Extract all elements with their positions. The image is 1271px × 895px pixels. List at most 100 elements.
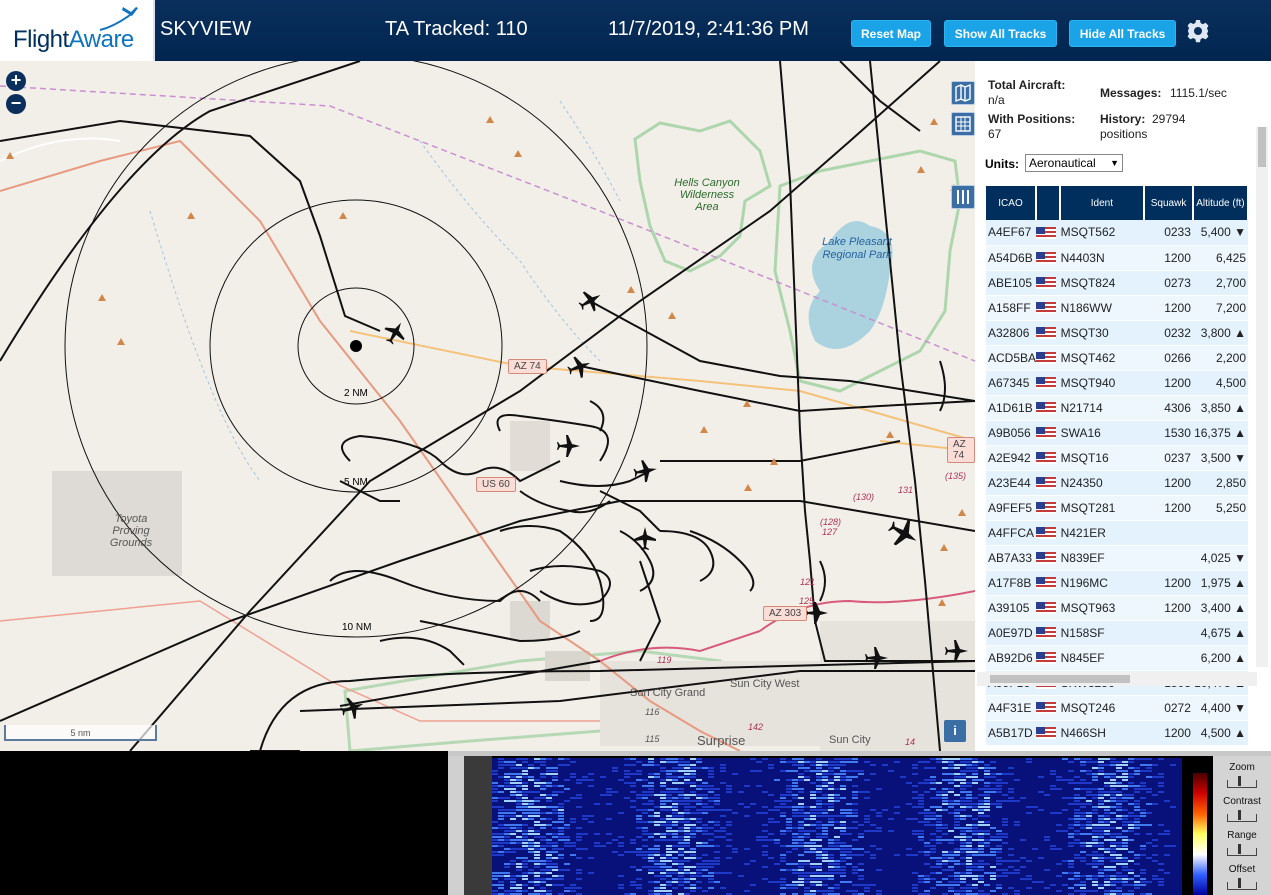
- waterfall-cell: [936, 830, 942, 832]
- waterfall-cell: [804, 887, 810, 889]
- waterfall-cell: [1152, 845, 1158, 847]
- us-flag-icon: [1036, 352, 1057, 365]
- waterfall-cell: [666, 884, 672, 886]
- map-view[interactable]: + − 2 NM 5 NM 10 NM AZ 74 US 60 AZ 303 A…: [0, 61, 975, 751]
- waterfall-cell: [654, 881, 660, 883]
- waterfall-cell: [516, 863, 522, 865]
- zoom-out-button[interactable]: −: [6, 94, 26, 114]
- aircraft-row[interactable]: A32806 MSQT30 0232 3,800 ▲: [986, 320, 1248, 346]
- units-dropdown[interactable]: Aeronautical ▼: [1025, 154, 1123, 172]
- table-vertical-scrollbar[interactable]: [1256, 127, 1268, 667]
- aircraft-row[interactable]: A23E44 N24350 1200 2,850: [986, 470, 1248, 496]
- waterfall-cell: [1104, 857, 1110, 859]
- waterfall-cell: [816, 875, 822, 877]
- waterfall-cell: [768, 764, 774, 766]
- waterfall-cell: [540, 806, 546, 808]
- aircraft-row[interactable]: A2E942 MSQT16 0237 3,500 ▼: [986, 445, 1248, 471]
- flag-cell: [1036, 420, 1060, 446]
- waterfall-cell: [516, 797, 522, 799]
- gear-icon[interactable]: [1186, 19, 1210, 43]
- aircraft-row[interactable]: A9B056 SWA16 1530 16,375 ▲: [986, 420, 1248, 446]
- aircraft-row[interactable]: A4FFCA N421ER: [986, 520, 1248, 546]
- waterfall-cell: [1080, 797, 1086, 799]
- waterfall-cell: [1008, 887, 1014, 889]
- waterfall-cell: [1062, 884, 1068, 886]
- aircraft-row[interactable]: A1D61B N21714 4306 3,850 ▲: [986, 395, 1248, 421]
- waterfall-cell: [558, 812, 564, 814]
- waterfall-cell: [966, 770, 972, 772]
- aircraft-row[interactable]: A158FF N186WW 1200 7,200: [986, 295, 1248, 321]
- waterfall-cell: [852, 848, 858, 850]
- table-horizontal-scroll-thumb[interactable]: [990, 675, 1130, 683]
- waterfall-cell: [1128, 797, 1134, 799]
- show-all-tracks-button[interactable]: Show All Tracks: [944, 20, 1057, 47]
- waterfall-cell: [678, 860, 684, 862]
- altitude-cell: 2,200: [1192, 345, 1248, 371]
- waterfall-cell: [1158, 773, 1164, 775]
- aircraft-row[interactable]: A4F31E MSQT246 0272 4,400 ▼: [986, 695, 1248, 721]
- waterfall-cell: [822, 860, 828, 862]
- aircraft-row[interactable]: AB7A33 N839EF 4,025 ▼: [986, 545, 1248, 571]
- waterfall-cell: [1152, 776, 1158, 778]
- waterfall-cell: [672, 830, 678, 832]
- reset-map-button[interactable]: Reset Map: [851, 20, 931, 47]
- waterfall-cell: [672, 857, 678, 859]
- waterfall-cell: [510, 800, 516, 802]
- waterfall-cell: [942, 767, 948, 769]
- waterfall-cell: [840, 770, 846, 772]
- waterfall-cell: [528, 869, 534, 871]
- waterfall-cell: [690, 878, 696, 880]
- flightaware-logo[interactable]: FlightAware: [0, 0, 155, 61]
- waterfall-cell: [552, 836, 558, 838]
- waterfall-cell: [714, 857, 720, 859]
- range-slider[interactable]: [1227, 844, 1257, 856]
- column-header-altitude[interactable]: Altitude (ft): [1192, 186, 1250, 220]
- columns-toggle-button[interactable]: [951, 185, 975, 209]
- waterfall-cell: [1158, 884, 1164, 886]
- waterfall-cell: [1014, 890, 1020, 892]
- waterfall-cell: [522, 791, 528, 793]
- waterfall-cell: [1146, 881, 1152, 883]
- waterfall-cell: [966, 869, 972, 871]
- aircraft-row[interactable]: A5B17D N466SH 1200 4,500 ▲: [986, 720, 1248, 746]
- waterfall-cell: [552, 884, 558, 886]
- waterfall-cell: [1002, 872, 1008, 874]
- waterfall-cell: [636, 836, 642, 838]
- aircraft-row[interactable]: ACD5BA MSQT462 0266 2,200: [986, 345, 1248, 371]
- waterfall-cell: [666, 821, 672, 823]
- waterfall-cell: [564, 839, 570, 841]
- waterfall-cell: [558, 806, 564, 808]
- waterfall-cell: [858, 869, 864, 871]
- waterfall-cell: [822, 773, 828, 775]
- waterfall-cell: [756, 761, 762, 763]
- aircraft-row[interactable]: A39105 MSQT963 1200 3,400 ▲: [986, 595, 1248, 621]
- aircraft-row[interactable]: AB92D6 N845EF 6,200 ▲: [986, 645, 1248, 671]
- aircraft-row[interactable]: A4EF67 MSQT562 0233 5,400 ▼: [986, 220, 1248, 246]
- contrast-slider[interactable]: [1227, 810, 1257, 822]
- offset-slider[interactable]: [1227, 878, 1257, 890]
- waterfall-cell: [534, 821, 540, 823]
- map-grid-button[interactable]: [951, 112, 975, 136]
- aircraft-row[interactable]: A0E97D N158SF 4,675 ▲: [986, 620, 1248, 646]
- zoom-in-button[interactable]: +: [6, 71, 26, 91]
- aircraft-row[interactable]: A67345 MSQT940 1200 4,500: [986, 370, 1248, 396]
- table-vertical-scroll-thumb[interactable]: [1258, 127, 1266, 167]
- column-header-icao[interactable]: ICAO: [986, 186, 1038, 220]
- column-header-squawk[interactable]: Squawk: [1144, 186, 1194, 220]
- map-layers-button[interactable]: [951, 81, 975, 105]
- waterfall-cell: [1140, 797, 1146, 799]
- aircraft-row[interactable]: A9FEF5 MSQT281 1200 5,250: [986, 495, 1248, 521]
- waterfall-cell: [1122, 866, 1128, 868]
- column-header-flag[interactable]: [1036, 186, 1061, 220]
- waterfall-cell: [912, 785, 918, 787]
- hide-all-tracks-button[interactable]: Hide All Tracks: [1069, 20, 1176, 47]
- waterfall-cell: [918, 803, 924, 805]
- waterfall-cell: [1056, 788, 1062, 790]
- column-header-ident[interactable]: Ident: [1059, 186, 1146, 220]
- aircraft-row[interactable]: A17F8B N196MC 1200 1,975 ▲: [986, 570, 1248, 596]
- aircraft-row[interactable]: A54D6B N4403N 1200 6,425: [986, 245, 1248, 271]
- waterfall-cell: [810, 863, 816, 865]
- zoom-slider[interactable]: [1227, 776, 1257, 788]
- aircraft-row[interactable]: ABE105 MSQT824 0273 2,700: [986, 270, 1248, 296]
- map-info-button[interactable]: i: [944, 720, 966, 742]
